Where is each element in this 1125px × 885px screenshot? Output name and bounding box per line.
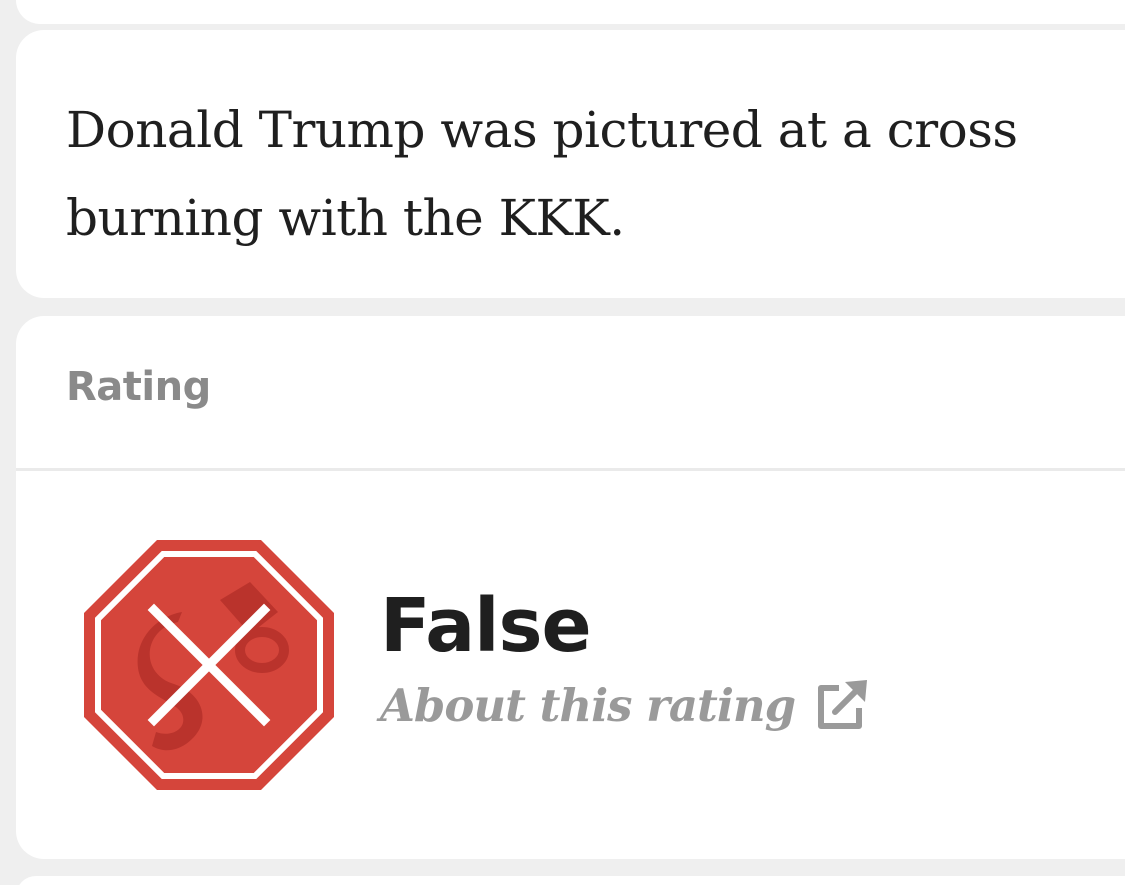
rating-heading: Rating: [66, 364, 211, 410]
external-link-icon: [815, 678, 869, 732]
rating-value: False: [380, 583, 592, 669]
about-rating-label: About this rating: [380, 678, 796, 732]
fact-check-page: Donald Trump was pictured at a cross bur…: [0, 0, 1125, 885]
rating-card: Rating False About this rating: [16, 316, 1125, 859]
stop-sign-x-icon: [82, 538, 336, 792]
claim-text: Donald Trump was pictured at a cross bur…: [66, 101, 1018, 247]
rating-divider: [16, 468, 1125, 471]
previous-card: [16, 0, 1125, 24]
claim-card: Donald Trump was pictured at a cross bur…: [16, 30, 1125, 298]
next-card: [16, 876, 1125, 885]
about-rating-link[interactable]: About this rating: [380, 678, 869, 732]
